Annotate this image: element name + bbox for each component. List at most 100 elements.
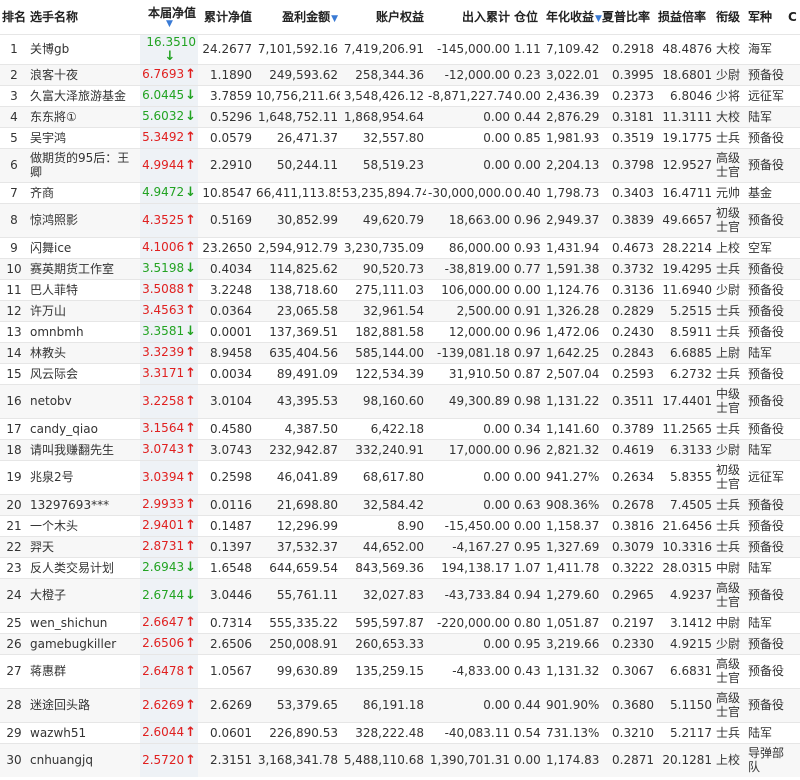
player-name-link[interactable]: 一个木头 xyxy=(28,515,140,536)
military-rank-cell: 元帅 xyxy=(716,185,741,200)
player-name-link[interactable]: wazwh51 xyxy=(28,722,140,743)
extra-cell xyxy=(786,85,800,106)
extra-cell xyxy=(786,460,800,494)
current-nav-cell: 5.6032↓ xyxy=(140,106,198,127)
header-extra[interactable]: C xyxy=(786,0,800,34)
extra-cell xyxy=(786,578,800,612)
army-cell: 预备役 xyxy=(748,130,785,145)
player-name-link[interactable]: 兆泉2号 xyxy=(28,460,140,494)
player-name-link[interactable]: 蒋惠群 xyxy=(28,654,140,688)
player-name-link[interactable]: 浪客十夜 xyxy=(28,64,140,85)
pl-ratio-cell: 48.4876 xyxy=(662,42,712,56)
military-rank-cell: 高级士官 xyxy=(716,657,741,685)
player-name-link[interactable]: gamebugkiller xyxy=(28,633,140,654)
annual-return-cell: 901.90% xyxy=(546,698,600,712)
military-rank-cell: 大校 xyxy=(716,42,741,56)
equity-cell: 8.90 xyxy=(397,518,424,533)
player-name-link[interactable]: 闪舞ice xyxy=(28,237,140,258)
header-title[interactable]: 衔级 xyxy=(714,0,746,34)
header-sharpe[interactable]: 夏普比率 xyxy=(600,0,656,34)
player-name-link[interactable]: 羿天 xyxy=(28,536,140,557)
player-name-link[interactable]: wen_shichun xyxy=(28,612,140,633)
position-cell: 0.96 xyxy=(514,324,541,339)
rank-cell: 8 xyxy=(10,213,18,227)
arrow-down-icon: ↓ xyxy=(185,185,196,200)
current-nav-value: 4.3525 xyxy=(142,212,185,227)
current-nav-cell: 16.3510 ↓ xyxy=(140,34,198,64)
equity-cell: 595,597.87 xyxy=(355,615,424,630)
equity-cell: 58,519.23 xyxy=(362,158,424,172)
player-name-link[interactable]: 吴宇鸿 xyxy=(28,127,140,148)
table-row: 3 久富大泽旅游基金 6.0445↓ 3.7859 10,756,211.66 3,548… xyxy=(0,85,800,106)
extra-cell xyxy=(786,557,800,578)
table-row: 6 做期货的95后：王卿 4.9944↑ 2.2910 50,244.11 58,519.… xyxy=(0,148,800,182)
in-out-cell: 0.00 xyxy=(483,470,510,484)
sharpe-cell: 0.2918 xyxy=(612,42,654,56)
header-pl-ratio[interactable]: 损益倍率 xyxy=(656,0,714,34)
player-name-link[interactable]: omnbmh xyxy=(28,321,140,342)
header-annual-label: 年化收益 xyxy=(546,10,595,25)
annual-return-cell: 1,642.25% xyxy=(546,345,600,360)
player-name-link[interactable]: 迷途回头路 xyxy=(28,688,140,722)
player-name-link[interactable]: 13297693*** xyxy=(28,494,140,515)
player-name-link[interactable]: 风云际会 xyxy=(28,363,140,384)
player-name-link[interactable]: 巴人菲特 xyxy=(28,279,140,300)
equity-cell: 135,259.15 xyxy=(355,664,424,678)
player-name-link[interactable]: 赛英期货工作室 xyxy=(28,258,140,279)
header-name[interactable]: 选手名称 xyxy=(28,0,140,34)
player-name-link[interactable]: 反人类交易计划 xyxy=(28,557,140,578)
player-name-link[interactable]: cnhuangjq xyxy=(28,743,140,777)
player-name-link[interactable]: 齐商 xyxy=(28,182,140,203)
pl-ratio-cell: 19.4295 xyxy=(662,261,712,276)
header-current-nav[interactable]: 本届净值 ▼ xyxy=(140,0,198,34)
pl-ratio-cell: 5.2117 xyxy=(670,725,712,740)
player-name-link[interactable]: 许万山 xyxy=(28,300,140,321)
player-name-link[interactable]: 请叫我赚翻先生 xyxy=(28,439,140,460)
player-name-link[interactable]: 关博gb xyxy=(28,34,140,64)
header-profit[interactable]: 盈利金额▼ xyxy=(254,0,340,34)
cum-nav-cell: 1.6548 xyxy=(210,560,252,575)
table-row: 12 许万山 3.4563↑ 0.0364 23,065.58 32,961.54 2,50… xyxy=(0,300,800,321)
arrow-down-icon: ↓ xyxy=(185,88,196,103)
header-army[interactable]: 军种 xyxy=(746,0,786,34)
annual-return-cell: 1,279.60% xyxy=(546,588,600,602)
military-rank-cell: 士兵 xyxy=(716,130,741,145)
army-cell: 导弹部队 xyxy=(748,746,785,775)
rank-cell: 26 xyxy=(6,636,22,651)
header-rank[interactable]: 排名 xyxy=(0,0,28,34)
player-name-link[interactable]: 久富大泽旅游基金 xyxy=(28,85,140,106)
header-position[interactable]: 仓位 xyxy=(512,0,544,34)
military-rank-cell: 士兵 xyxy=(716,518,741,533)
player-name-link[interactable]: 惊鸿照影 xyxy=(28,203,140,237)
in-out-cell: -38,819.00 xyxy=(444,261,510,276)
sharpe-cell: 0.2373 xyxy=(612,88,654,103)
player-name-link[interactable]: 林教头 xyxy=(28,342,140,363)
extra-cell xyxy=(786,148,800,182)
current-nav-cell: 4.9944↑ xyxy=(140,148,198,182)
sharpe-cell: 0.4619 xyxy=(612,442,654,457)
player-name-link[interactable]: netobv xyxy=(28,384,140,418)
cum-nav-cell: 1.0567 xyxy=(210,664,252,678)
pl-ratio-cell: 19.1775 xyxy=(662,130,712,145)
extra-cell xyxy=(786,536,800,557)
profit-cell: 7,101,592.16 xyxy=(257,42,338,56)
arrow-up-icon: ↑ xyxy=(185,366,196,381)
pl-ratio-cell: 11.2565 xyxy=(662,421,712,436)
header-equity[interactable]: 账户权益 xyxy=(340,0,426,34)
header-cum-nav[interactable]: 累计净值 xyxy=(198,0,254,34)
extra-cell xyxy=(786,258,800,279)
player-name-link[interactable]: 做期货的95后：王卿 xyxy=(28,148,140,182)
player-name-link[interactable]: 大橙子 xyxy=(28,578,140,612)
annual-return-cell: 2,204.13% xyxy=(546,158,600,172)
cum-nav-cell: 0.0034 xyxy=(210,366,252,381)
profit-cell: 10,756,211.66 xyxy=(256,88,340,103)
header-annual[interactable]: 年化收益▼ xyxy=(544,0,602,34)
rank-cell: 20 xyxy=(6,497,22,512)
position-cell: 0.00 xyxy=(514,470,541,484)
position-cell: 0.97 xyxy=(514,345,541,360)
player-name-link[interactable]: candy_qiao xyxy=(28,418,140,439)
sharpe-cell: 0.3519 xyxy=(612,130,654,145)
header-in-out[interactable]: 出入累计 xyxy=(426,0,512,34)
military-rank-cell: 高级士官 xyxy=(716,151,741,179)
player-name-link[interactable]: 东东將① xyxy=(28,106,140,127)
